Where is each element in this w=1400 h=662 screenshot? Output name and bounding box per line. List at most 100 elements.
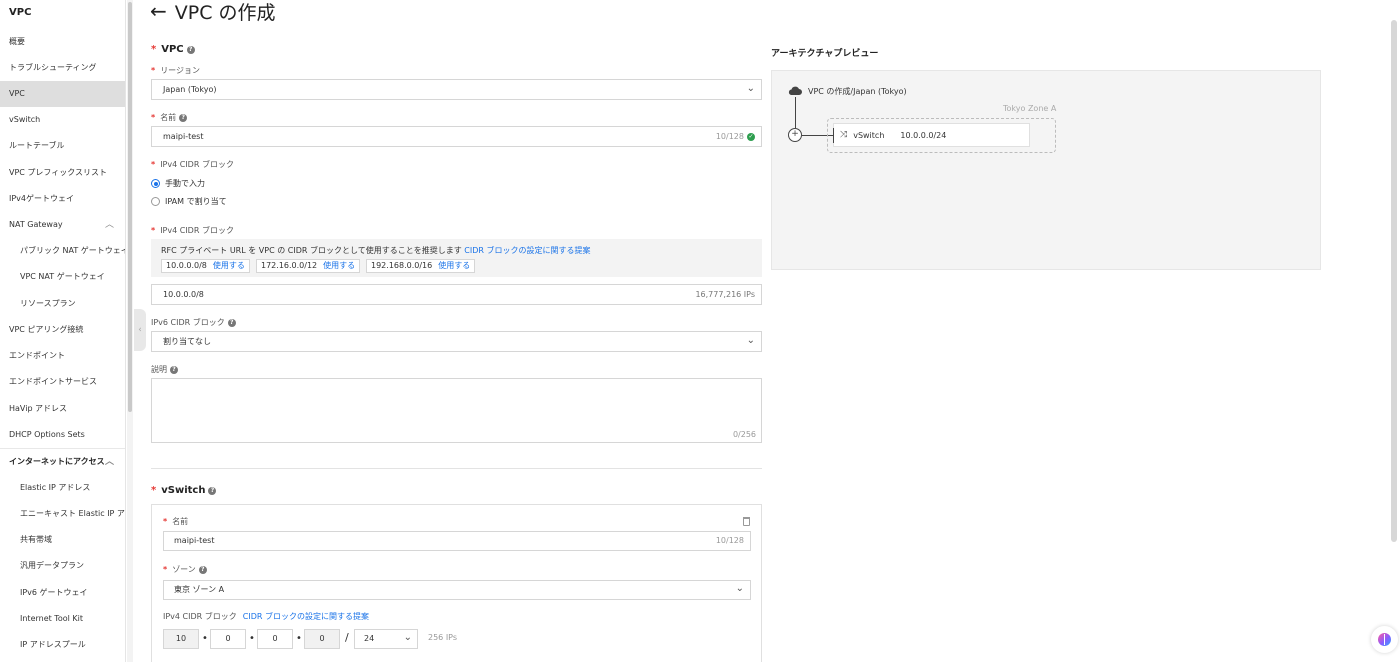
sidebar-item-public-nat[interactable]: パブリック NAT ゲートウェイ	[0, 238, 125, 264]
vswitch-ip-count: 256 IPs	[428, 633, 458, 642]
cidr-chip: 192.168.0.0/16 使用する	[366, 259, 476, 273]
sidebar-item-vpc-nat[interactable]: VPC NAT ゲートウェイ	[0, 264, 125, 290]
chevron-down-icon: ⌄	[746, 335, 755, 346]
vswitch-name-label: * 名前	[163, 516, 188, 527]
question-circle-icon[interactable]: ?	[179, 113, 188, 122]
brain-icon[interactable]	[1371, 626, 1398, 653]
vswitch-cidr-label: IPv4 CIDR ブロック CIDR ブロックの設定に関する提案	[163, 611, 369, 622]
question-circle-icon[interactable]: ?	[208, 486, 217, 495]
trash-icon[interactable]	[743, 517, 750, 526]
use-cidr-link[interactable]: 使用する	[438, 261, 470, 270]
check-circle-icon: ✓	[747, 132, 755, 141]
name-value: maipi-test	[174, 536, 215, 545]
cidr-mask-select[interactable]: 24 ⌄	[354, 629, 418, 649]
sidebar-scrollbar[interactable]	[127, 0, 133, 662]
recommendation-text: RFC プライベート URL を VPC の CIDR ブロックとして使用するこ…	[161, 245, 591, 256]
chip-cidr: 192.168.0.0/16	[371, 261, 433, 270]
section-label: vSwitch	[161, 485, 206, 496]
sidebar-group-internet-access[interactable]: インターネットにアクセス ︿	[0, 449, 125, 475]
ipv6-value: 割り当てなし	[163, 337, 211, 346]
zone-select[interactable]: 東京 ゾーン A ⌄	[163, 580, 751, 600]
vswitch-name-input[interactable]: maipi-test 10/128	[163, 531, 751, 551]
cidr-ip-count: 16,777,216 IPs	[695, 290, 755, 299]
cidr-suggestion-link[interactable]: CIDR ブロックの設定に関する提案	[464, 246, 590, 255]
arrow-left-icon[interactable]: ←	[150, 1, 167, 21]
cidr-octet-1: 10	[163, 629, 199, 649]
cidr-octet-2[interactable]: 0	[210, 629, 246, 649]
sidebar-item-anycast-eip[interactable]: エニーキャスト Elastic IP アドレス	[0, 501, 125, 527]
chevron-up-icon: ︿	[104, 457, 114, 467]
label-text: IPv4 CIDR ブロック	[163, 612, 237, 621]
section-label: VPC	[161, 44, 184, 55]
shuffle-icon: ⤨	[840, 130, 848, 140]
label-text: IPv6 CIDR ブロック	[151, 318, 225, 327]
dot-separator: •	[296, 633, 302, 644]
vswitch-node: ⤨ vSwitch 10.0.0.0/24	[833, 123, 1030, 147]
cidr-chip: 10.0.0.0/8 使用する	[161, 259, 250, 273]
router-icon: +	[788, 128, 802, 142]
zone-value: 東京 ゾーン A	[174, 585, 225, 594]
required-mark: *	[151, 113, 156, 122]
region-value: Japan (Tokyo)	[163, 85, 217, 94]
sidebar-group-label: インターネットにアクセス	[9, 457, 105, 466]
sidebar-item-endpoint[interactable]: エンドポイント	[0, 343, 125, 369]
radio-dot[interactable]	[151, 197, 160, 206]
sidebar-item-vpc[interactable]: VPC	[0, 81, 125, 107]
radio-dot-selected[interactable]	[151, 179, 160, 188]
label-text: ゾーン	[172, 565, 196, 574]
sidebar-item-dhcp-options[interactable]: DHCP Options Sets	[0, 422, 125, 448]
chevron-down-icon: ⌄	[735, 583, 744, 594]
description-textarea[interactable]: 0/256	[151, 378, 762, 443]
sidebar-item-internet-tool-kit[interactable]: Internet Tool Kit	[0, 606, 125, 632]
radio-label: IPAM で割り当て	[165, 197, 227, 206]
sidebar-title: VPC	[9, 7, 32, 18]
sidebar-scrollbar-thumb[interactable]	[128, 2, 132, 412]
name-counter: 10/128	[715, 536, 744, 545]
main-scrollbar[interactable]	[1391, 20, 1397, 542]
sidebar-item-prefix-list[interactable]: VPC プレフィックスリスト	[0, 160, 125, 186]
mask-value: 24	[364, 634, 375, 643]
cidr-octet-3[interactable]: 0	[257, 629, 293, 649]
question-circle-icon[interactable]: ?	[186, 45, 195, 54]
region-label: * リージョン	[151, 65, 200, 76]
sidebar-item-data-plan[interactable]: 汎用データプラン	[0, 553, 125, 579]
sidebar-item-havip[interactable]: HaVip アドレス	[0, 396, 125, 422]
ipv6-select[interactable]: 割り当てなし ⌄	[151, 331, 762, 352]
sidebar-item-overview[interactable]: 概要	[0, 29, 125, 55]
required-mark: *	[151, 66, 156, 75]
ipv6-label: IPv6 CIDR ブロック?	[151, 317, 236, 328]
use-cidr-link[interactable]: 使用する	[323, 261, 355, 270]
sidebar-item-ipv4-gateway[interactable]: IPv4ゲートウェイ	[0, 186, 125, 212]
name-label: * 名前?	[151, 112, 188, 123]
question-circle-icon[interactable]: ?	[198, 565, 207, 574]
sidebar-item-vswitch[interactable]: vSwitch	[0, 107, 125, 133]
slash-separator: /	[345, 631, 349, 644]
vswitch-section-title: * vSwitch ?	[151, 485, 217, 496]
sidebar-item-route-table[interactable]: ルートテーブル	[0, 133, 125, 159]
question-circle-icon[interactable]: ?	[170, 365, 178, 374]
sidebar-collapse-toggle[interactable]: ‹	[134, 309, 146, 351]
use-cidr-link[interactable]: 使用する	[213, 261, 245, 270]
cidr-recommendation-box: RFC プライベート URL を VPC の CIDR ブロックとして使用するこ…	[151, 239, 762, 277]
sidebar-item-ip-pool[interactable]: IP アドレスプール	[0, 632, 125, 658]
required-mark: *	[163, 517, 168, 526]
sidebar-item-nat-gateway[interactable]: NAT Gateway ︿	[0, 212, 125, 238]
vswitch-node-cidr: 10.0.0.0/24	[900, 130, 947, 140]
vpc-name-input[interactable]: maipi-test 10/128 ✓	[151, 126, 762, 147]
ipv4-cidr-input[interactable]: 10.0.0.0/8 16,777,216 IPs	[151, 284, 762, 305]
cidr-suggestion-link[interactable]: CIDR ブロックの設定に関する提案	[243, 611, 369, 622]
dot-separator: •	[249, 633, 255, 644]
chip-cidr: 172.16.0.0/12	[261, 261, 318, 270]
question-circle-icon[interactable]: ?	[227, 318, 236, 327]
sidebar-item-resource-plan[interactable]: リソースプラン	[0, 291, 125, 317]
sidebar-item-endpoint-service[interactable]: エンドポイントサービス	[0, 369, 125, 395]
sidebar-item-eip[interactable]: Elastic IP アドレス	[0, 475, 125, 501]
sidebar-item-troubleshooting[interactable]: トラブルシューティング	[0, 55, 125, 81]
sidebar-item-shared-bandwidth[interactable]: 共有帯域	[0, 527, 125, 553]
sidebar-item-ipv6-gateway[interactable]: IPv6 ゲートウェイ	[0, 580, 125, 606]
radio-manual[interactable]: 手動で入力	[151, 178, 205, 189]
region-select[interactable]: Japan (Tokyo) ⌄	[151, 79, 762, 100]
vpc-section-title: * VPC ?	[151, 44, 195, 55]
sidebar-item-vpc-peering[interactable]: VPC ピアリング接続	[0, 317, 125, 343]
radio-ipam[interactable]: IPAM で割り当て	[151, 196, 227, 207]
